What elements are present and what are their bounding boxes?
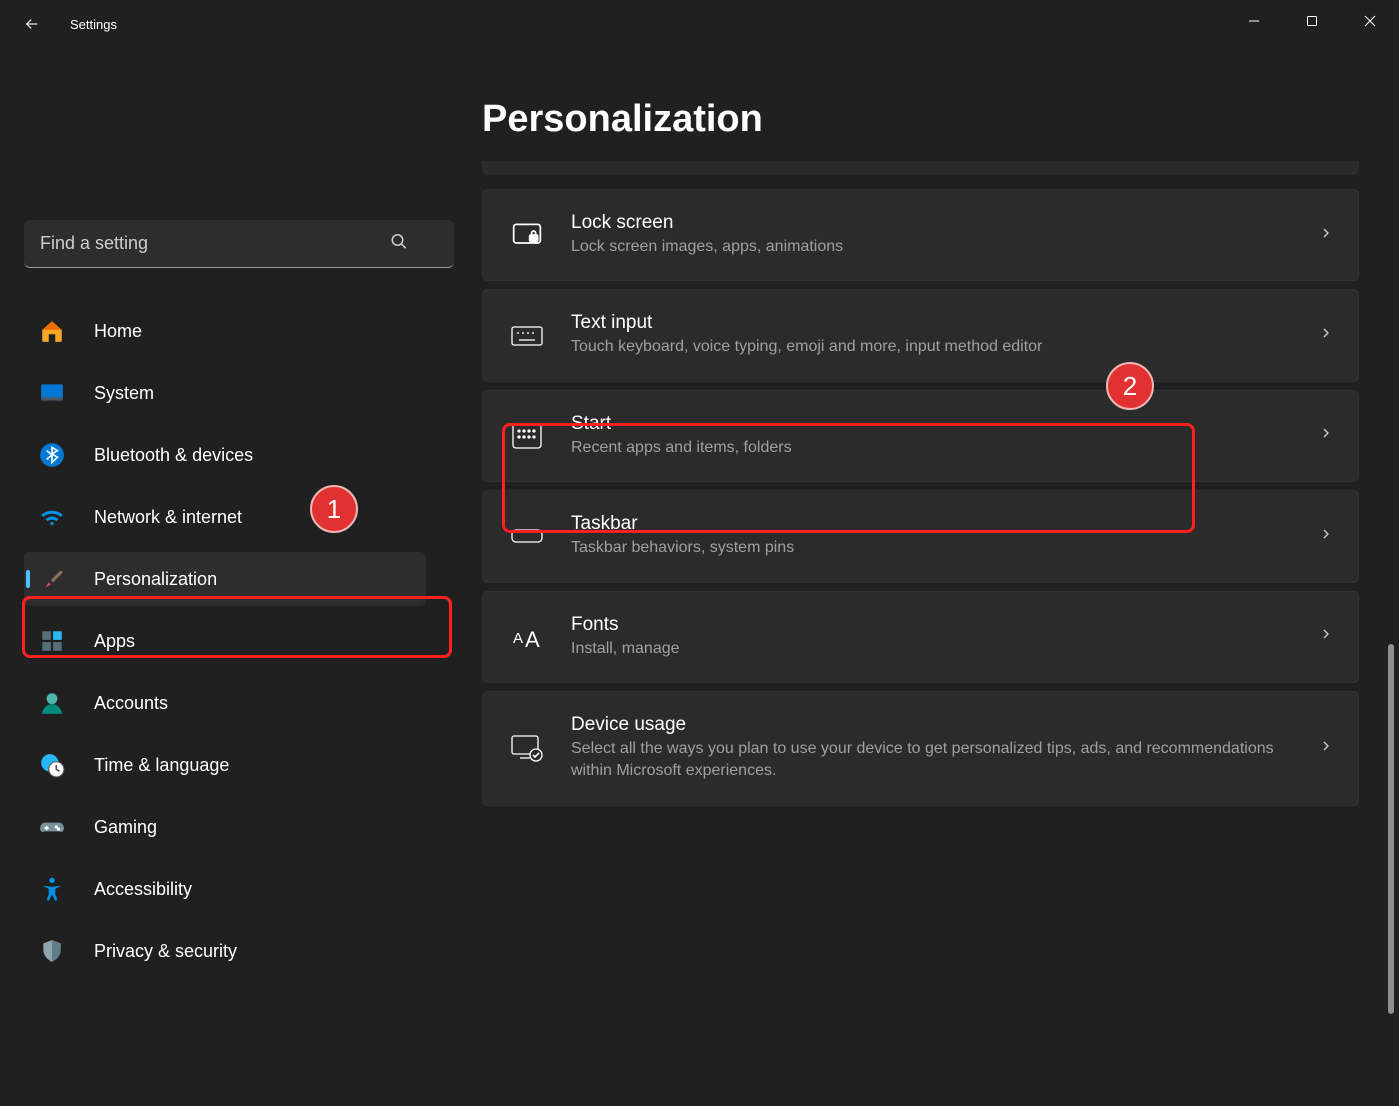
window-controls [1225, 0, 1399, 42]
search-input[interactable] [24, 220, 454, 268]
keyboard-icon [507, 316, 547, 356]
card-subtitle: Select all the ways you plan to use your… [571, 738, 1306, 783]
back-button[interactable] [12, 4, 52, 44]
card-start[interactable]: Start Recent apps and items, folders [482, 390, 1359, 482]
paintbrush-icon [38, 565, 66, 593]
card-title: Taskbar [571, 513, 1306, 535]
minimize-button[interactable] [1225, 0, 1283, 42]
accounts-icon [38, 689, 66, 717]
sidebar-item-label: Home [94, 321, 142, 342]
arrow-left-icon [23, 15, 41, 33]
sidebar-item-home[interactable]: Home [24, 304, 426, 358]
card-title: Text input [571, 312, 1306, 334]
card-subtitle: Touch keyboard, voice typing, emoji and … [571, 336, 1306, 358]
sidebar-item-personalization[interactable]: Personalization [24, 552, 426, 606]
card-subtitle: Lock screen images, apps, animations [571, 236, 1306, 258]
chevron-right-icon [1318, 626, 1334, 647]
accessibility-icon [38, 875, 66, 903]
sidebar-item-label: Accessibility [94, 879, 192, 900]
svg-text:A: A [513, 630, 523, 647]
chevron-right-icon [1318, 225, 1334, 246]
sidebar-item-accessibility[interactable]: Accessibility [24, 862, 426, 916]
svg-text:A: A [525, 627, 540, 651]
card-title: Device usage [571, 714, 1306, 736]
card-lock-screen[interactable]: Lock screen Lock screen images, apps, an… [482, 189, 1359, 281]
card-subtitle: Taskbar behaviors, system pins [571, 537, 1306, 559]
search-container [24, 220, 426, 268]
card-taskbar[interactable]: Taskbar Taskbar behaviors, system pins [482, 490, 1359, 582]
sidebar-item-label: Personalization [94, 569, 217, 590]
maximize-button[interactable] [1283, 0, 1341, 42]
sidebar-item-accounts[interactable]: Accounts [24, 676, 426, 730]
sidebar-item-time-language[interactable]: Time & language [24, 738, 426, 792]
sidebar-item-label: Network & internet [94, 507, 242, 528]
chevron-right-icon [1318, 738, 1334, 759]
card-peek[interactable] [482, 161, 1359, 175]
home-icon [38, 317, 66, 345]
main-content: Personalization Lock screen Lock screen … [450, 48, 1399, 1106]
app-title: Settings [70, 17, 117, 32]
nav-list: Home System Bluetooth & devices Network … [24, 304, 426, 978]
chevron-right-icon [1318, 526, 1334, 547]
titlebar: Settings [0, 0, 1399, 48]
card-title: Lock screen [571, 212, 1306, 234]
sidebar-item-label: Apps [94, 631, 135, 652]
cards-list: Lock screen Lock screen images, apps, an… [482, 189, 1359, 806]
chevron-right-icon [1318, 325, 1334, 346]
sidebar-item-bluetooth[interactable]: Bluetooth & devices [24, 428, 426, 482]
card-device-usage[interactable]: Device usage Select all the ways you pla… [482, 691, 1359, 806]
card-title: Fonts [571, 614, 1306, 636]
clock-globe-icon [38, 751, 66, 779]
sidebar-item-network[interactable]: Network & internet [24, 490, 426, 544]
sidebar-item-label: System [94, 383, 154, 404]
sidebar: Home System Bluetooth & devices Network … [0, 48, 450, 1106]
close-button[interactable] [1341, 0, 1399, 42]
card-fonts[interactable]: AA Fonts Install, manage [482, 591, 1359, 683]
apps-icon [38, 627, 66, 655]
maximize-icon [1306, 15, 1318, 27]
card-title: Start [571, 413, 1306, 435]
sidebar-item-label: Bluetooth & devices [94, 445, 253, 466]
taskbar-icon [507, 516, 547, 556]
minimize-icon [1248, 15, 1260, 27]
chevron-right-icon [1318, 425, 1334, 446]
card-subtitle: Install, manage [571, 638, 1306, 660]
card-subtitle: Recent apps and items, folders [571, 437, 1306, 459]
sidebar-item-label: Gaming [94, 817, 157, 838]
sidebar-item-label: Privacy & security [94, 941, 237, 962]
shield-icon [38, 937, 66, 965]
sidebar-item-label: Accounts [94, 693, 168, 714]
card-text-input[interactable]: Text input Touch keyboard, voice typing,… [482, 289, 1359, 381]
sidebar-item-label: Time & language [94, 755, 229, 776]
device-usage-icon [507, 728, 547, 768]
fonts-icon: AA [507, 617, 547, 657]
page-title: Personalization [482, 98, 1359, 141]
close-icon [1364, 15, 1376, 27]
bluetooth-icon [38, 441, 66, 469]
sidebar-item-apps[interactable]: Apps [24, 614, 426, 668]
sidebar-item-privacy[interactable]: Privacy & security [24, 924, 426, 978]
start-icon [507, 416, 547, 456]
scrollbar[interactable] [1388, 168, 1394, 1098]
sidebar-item-gaming[interactable]: Gaming [24, 800, 426, 854]
sidebar-item-system[interactable]: System [24, 366, 426, 420]
lock-screen-icon [507, 215, 547, 255]
scrollbar-thumb[interactable] [1388, 644, 1394, 1014]
wifi-icon [38, 503, 66, 531]
system-icon [38, 379, 66, 407]
gamepad-icon [38, 813, 66, 841]
